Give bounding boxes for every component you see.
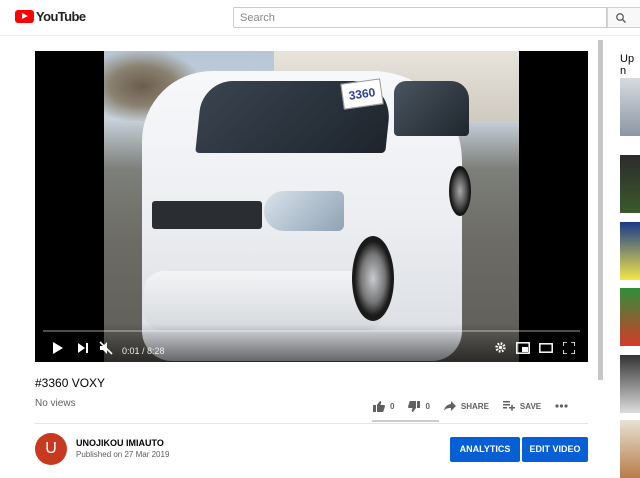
channel-name[interactable]: UNOJIKOU IMIAUTO: [76, 438, 164, 448]
search-button[interactable]: [607, 7, 640, 28]
youtube-logo[interactable]: YouTube: [15, 9, 86, 24]
share-label: SHARE: [460, 401, 489, 411]
van-grille: [152, 201, 262, 229]
share-button[interactable]: SHARE: [443, 401, 489, 411]
time-display: 0:01 / 8:28: [122, 346, 165, 356]
price-tag: 3360: [340, 78, 384, 110]
dislike-button[interactable]: 0: [408, 400, 430, 412]
player-controls: 0:01 / 8:28: [35, 324, 588, 362]
fullscreen-icon[interactable]: [563, 342, 575, 354]
channel-avatar[interactable]: U: [35, 433, 67, 465]
mute-icon[interactable]: [99, 341, 113, 355]
view-count: No views: [35, 398, 76, 409]
logo-text: YouTube: [36, 9, 86, 24]
sidebar-thumbnail[interactable]: [620, 78, 640, 136]
more-horizontal-icon: [555, 404, 568, 408]
video-title: #3360 VOXY: [35, 376, 106, 390]
masthead: YouTube Search: [0, 0, 640, 36]
settings-gear-icon[interactable]: [494, 341, 507, 354]
sentiment-bar: [372, 420, 439, 422]
van-rear-wheel: [449, 166, 471, 216]
edit-video-button[interactable]: EDIT VIDEO: [522, 437, 588, 462]
theater-mode-icon[interactable]: [539, 343, 553, 353]
van-side-window: [394, 81, 469, 136]
share-icon: [443, 401, 456, 411]
video-actions: 0 0 SHARE SAVE: [373, 397, 587, 415]
youtube-play-icon: [15, 10, 34, 23]
thumbs-down-icon: [408, 400, 421, 412]
page-scrollbar[interactable]: [598, 40, 603, 380]
save-button[interactable]: SAVE: [502, 401, 542, 411]
video-frame: 3360: [104, 51, 519, 362]
sidebar-thumbnail[interactable]: [620, 288, 640, 346]
video-player[interactable]: 3360 0:01 / 8:28: [35, 51, 588, 362]
more-actions-button[interactable]: [555, 404, 573, 408]
search-input[interactable]: Search: [233, 7, 607, 28]
divider: [35, 423, 588, 424]
like-count: 0: [390, 401, 395, 411]
sidebar-thumbnail[interactable]: [620, 222, 640, 280]
sidebar-thumbnail[interactable]: [620, 420, 640, 478]
thumbs-up-icon: [373, 400, 385, 412]
search-icon: [616, 13, 626, 23]
save-label: SAVE: [519, 401, 542, 411]
sidebar-thumbnail[interactable]: [620, 355, 640, 413]
progress-fill: [43, 330, 44, 332]
sidebar-thumbnail[interactable]: [620, 155, 640, 213]
playlist-add-icon: [502, 401, 515, 411]
van-headlamp: [264, 191, 344, 231]
analytics-button[interactable]: ANALYTICS: [450, 437, 520, 462]
next-icon[interactable]: [78, 342, 89, 354]
publish-date: Published on 27 Mar 2019: [76, 450, 170, 459]
up-next-label: Up n: [620, 53, 635, 77]
van-bumper: [144, 271, 384, 331]
dislike-count: 0: [425, 401, 430, 411]
progress-bar[interactable]: [43, 330, 580, 332]
like-button[interactable]: 0: [373, 400, 395, 412]
miniplayer-icon[interactable]: [516, 342, 530, 354]
play-icon[interactable]: [52, 342, 63, 354]
van-front-wheel: [352, 236, 394, 321]
